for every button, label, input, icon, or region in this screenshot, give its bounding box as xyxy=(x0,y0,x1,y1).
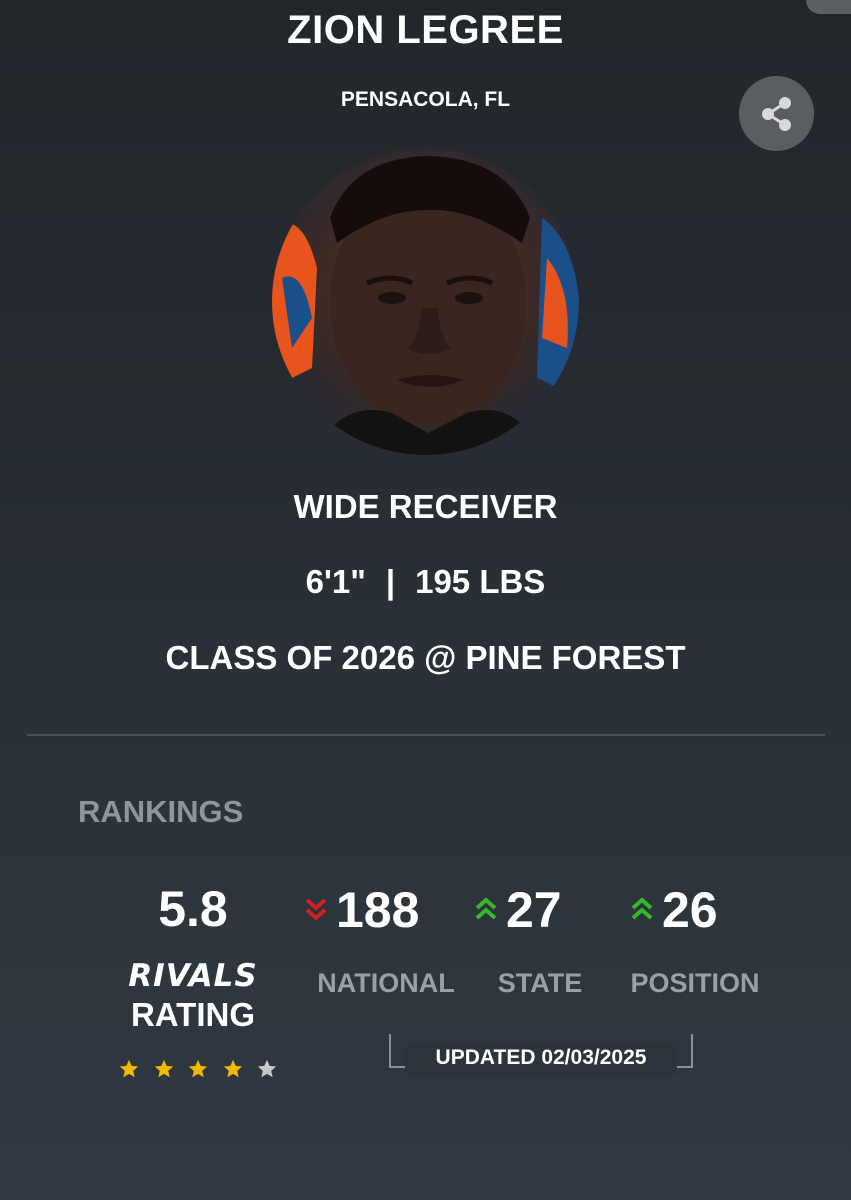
player-location: PENSACOLA, FL xyxy=(340,88,511,111)
player-position: WIDE RECEIVER xyxy=(293,488,558,525)
state-rank: 27 xyxy=(474,880,562,940)
star-filled-icon xyxy=(119,1059,139,1078)
player-photo xyxy=(272,148,579,455)
star-filled-icon xyxy=(223,1059,242,1078)
state-rank-value: 27 xyxy=(506,882,562,938)
rankings-heading: RANKINGS xyxy=(78,794,244,829)
national-label: NATIONAL xyxy=(317,968,455,998)
position-label: POSITION xyxy=(630,968,760,998)
trend-up-icon xyxy=(631,897,653,920)
star-filled-icon xyxy=(154,1059,173,1078)
player-class-school: CLASS OF 2026 @ PINE FOREST xyxy=(165,639,686,676)
position-rank-value: 26 xyxy=(662,882,718,938)
share-icon xyxy=(761,96,791,131)
national-rank: 188 xyxy=(304,880,419,940)
updated-date: UPDATED 02/03/2025 xyxy=(435,1046,647,1069)
player-profile-card: ZION LEGREE PENSACOLA, FL WIDE RECEIVER … xyxy=(0,0,851,1200)
player-measurements: 6'1" | 195 LBS xyxy=(0,563,851,601)
rating-label: RATING xyxy=(130,996,256,1033)
trend-up-icon xyxy=(475,897,497,920)
star-empty-icon xyxy=(257,1059,277,1078)
player-name: ZION LEGREE xyxy=(287,8,564,52)
player-height: 6'1" xyxy=(305,563,366,600)
measure-separator: | xyxy=(385,563,396,600)
star-rating xyxy=(118,1058,278,1080)
position-rank: 26 xyxy=(630,880,718,940)
star-filled-icon xyxy=(188,1059,208,1078)
rivals-rating-value: 5.8 xyxy=(158,881,228,937)
state-label: STATE xyxy=(497,968,583,998)
player-weight: 195 LBS xyxy=(415,563,546,600)
national-rank-value: 188 xyxy=(336,882,420,938)
trend-down-icon xyxy=(305,898,327,921)
share-button[interactable] xyxy=(739,76,814,151)
rivals-logo: RIVALS xyxy=(128,958,258,994)
section-divider xyxy=(27,734,825,736)
